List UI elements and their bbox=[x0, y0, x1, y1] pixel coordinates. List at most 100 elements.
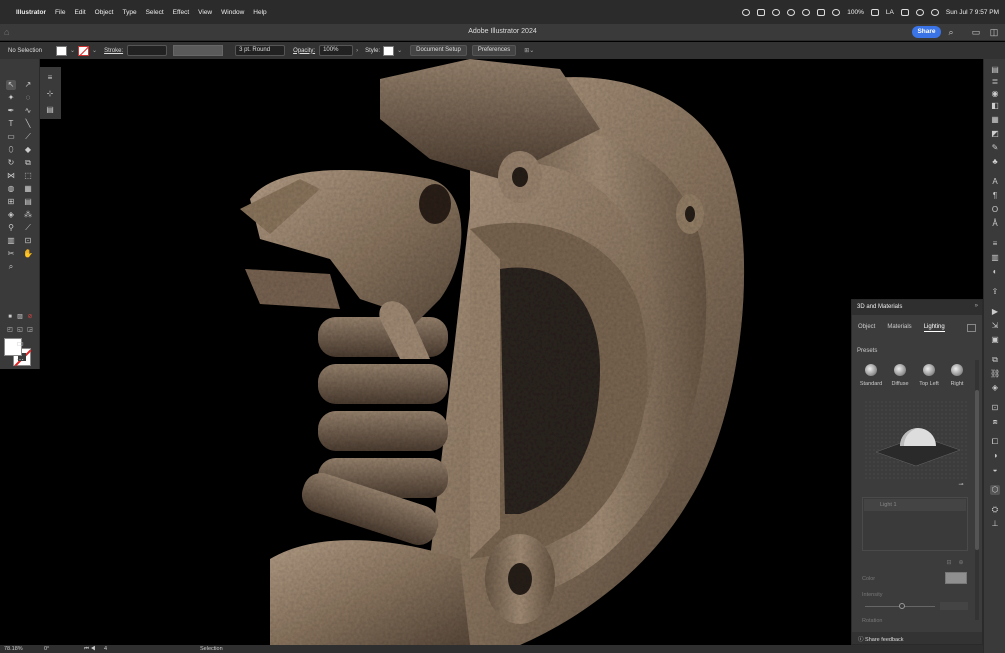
menu-type[interactable]: Type bbox=[122, 9, 136, 16]
control-center-icon[interactable] bbox=[900, 8, 909, 16]
transform-icon[interactable]: ⊹ bbox=[45, 89, 55, 99]
artwork-3d-stone-letter-d[interactable] bbox=[0, 59, 983, 645]
screen-mode-icon[interactable]: ▭ bbox=[13, 339, 27, 349]
draw-inside-icon[interactable]: ◱ bbox=[15, 325, 25, 335]
preset-right[interactable]: Right bbox=[944, 364, 970, 387]
intensity-slider[interactable] bbox=[865, 603, 935, 609]
slice-tool-icon[interactable]: ✂ bbox=[6, 249, 16, 259]
clock-icon[interactable] bbox=[802, 8, 811, 16]
preset-diffuse[interactable]: Diffuse bbox=[887, 364, 913, 387]
measure-tool-icon[interactable]: ⟋ bbox=[23, 223, 33, 233]
actions-icon[interactable]: ▶ bbox=[990, 307, 1000, 317]
panel-header[interactable]: 3D and Materials » bbox=[852, 300, 982, 315]
curvature-tool-icon[interactable]: ∿ bbox=[23, 106, 33, 116]
light-row[interactable]: Light 1 bbox=[864, 499, 966, 511]
artboard-canvas[interactable] bbox=[0, 59, 983, 645]
panel-scrollbar[interactable] bbox=[975, 360, 979, 620]
direct-selection-tool-icon[interactable]: ↗ bbox=[23, 80, 33, 90]
workspace-switcher-icon[interactable]: ▭ bbox=[971, 27, 981, 37]
layers-stack-icon[interactable]: ◈ bbox=[990, 383, 1000, 393]
shaper-tool-icon[interactable]: ⬯ bbox=[6, 145, 16, 155]
wifi-icon[interactable] bbox=[870, 8, 879, 16]
do-not-disturb-icon[interactable] bbox=[832, 8, 841, 16]
opacity-arrow-icon[interactable]: › bbox=[356, 48, 358, 54]
eraser-tool-icon[interactable]: ◆ bbox=[23, 145, 33, 155]
clock-datetime[interactable]: Sun Jul 7 9:57 PM bbox=[946, 9, 999, 16]
opacity-field[interactable]: 100% bbox=[319, 45, 354, 56]
pathfinder-icon[interactable]: ⧈ bbox=[990, 417, 1000, 427]
swatches-icon[interactable]: ▦ bbox=[990, 115, 1000, 125]
glyphs-icon[interactable]: Å bbox=[990, 219, 1000, 229]
rotate-view[interactable]: 0° bbox=[44, 646, 49, 652]
info-icon[interactable] bbox=[787, 8, 796, 16]
stroke-weight-field[interactable] bbox=[127, 45, 168, 56]
free-transform-tool-icon[interactable]: ⬚ bbox=[23, 171, 33, 181]
variable-width-profile[interactable] bbox=[173, 45, 224, 56]
blend-tool-icon[interactable]: ◈ bbox=[6, 210, 16, 220]
style-dropdown-icon[interactable]: ⌄ bbox=[397, 47, 402, 54]
intensity-slider-knob[interactable] bbox=[899, 603, 905, 609]
tab-lighting[interactable]: Lighting bbox=[923, 324, 945, 332]
align-icon[interactable]: ≡ bbox=[45, 73, 55, 83]
collapse-panel-icon[interactable]: » bbox=[975, 303, 978, 309]
lighting-preview[interactable] bbox=[864, 400, 968, 480]
align-panel-icon[interactable]: ⊡ bbox=[990, 403, 1000, 413]
artboards-icon[interactable]: ⧉ bbox=[990, 355, 1000, 365]
gradient-tool-icon[interactable]: ▤ bbox=[23, 197, 33, 207]
stroke-dropdown-icon[interactable]: ⌄ bbox=[92, 47, 97, 54]
paintbrush-tool-icon[interactable]: ⟋ bbox=[23, 132, 33, 142]
draw-behind-icon[interactable]: ◲ bbox=[25, 325, 35, 335]
export-icon[interactable]: ⇪ bbox=[990, 287, 1000, 297]
color-mode-none-icon[interactable]: ⊘ bbox=[25, 312, 35, 322]
rotate-tool-icon[interactable]: ↻ bbox=[6, 158, 16, 168]
gradient-icon[interactable]: ▥ bbox=[990, 253, 1000, 263]
menu-edit[interactable]: Edit bbox=[74, 9, 85, 16]
fill-swatch[interactable] bbox=[56, 45, 67, 56]
preferences-button[interactable]: Preferences bbox=[471, 45, 517, 56]
image-trace-icon[interactable]: ◩ bbox=[990, 129, 1000, 139]
stroke-swatch[interactable] bbox=[78, 45, 90, 56]
arrange-icon[interactable]: ⊞⌄ bbox=[524, 47, 534, 54]
paragraph-icon[interactable]: ¶ bbox=[990, 191, 1000, 201]
graphic-style-swatch[interactable] bbox=[383, 45, 395, 56]
bluetooth-icon[interactable] bbox=[817, 8, 826, 16]
preset-standard[interactable]: Standard bbox=[858, 364, 884, 387]
tab-object[interactable]: Object bbox=[858, 324, 875, 332]
menu-app-name[interactable]: Illustrator bbox=[16, 9, 46, 16]
symbol-sprayer-tool-icon[interactable]: ⁂ bbox=[23, 210, 33, 220]
pen-tool-icon[interactable]: ✒ bbox=[6, 106, 16, 116]
layers-icon[interactable]: ≣ bbox=[990, 77, 1000, 87]
opacity-label[interactable]: Opacity: bbox=[293, 48, 315, 54]
libraries-icon[interactable]: ◉ bbox=[990, 89, 1000, 99]
scale-tool-icon[interactable]: ⧉ bbox=[23, 158, 33, 168]
zoom-tool-icon[interactable]: ⌕ bbox=[6, 262, 16, 272]
artboard-nav-icon[interactable]: ⏮ ◀ bbox=[84, 646, 95, 653]
menu-window[interactable]: Window bbox=[221, 9, 244, 16]
sync-icon[interactable] bbox=[772, 8, 781, 16]
symbols-icon[interactable]: ♣ bbox=[990, 157, 1000, 167]
menu-effect[interactable]: Effect bbox=[173, 9, 190, 16]
menu-help[interactable]: Help bbox=[253, 9, 266, 16]
zoom-level[interactable]: 78.18% bbox=[4, 646, 23, 652]
fill-dropdown-icon[interactable]: ⌄ bbox=[70, 47, 75, 54]
color-mode-gradient-icon[interactable]: ▨ bbox=[15, 312, 25, 322]
magic-wand-tool-icon[interactable]: ✦ bbox=[6, 93, 16, 103]
duplicate-light-icon[interactable]: ⊕ bbox=[956, 558, 966, 568]
type-tool-icon[interactable]: T bbox=[6, 119, 16, 129]
transparency-icon[interactable]: ◐ bbox=[990, 267, 1000, 277]
graphic-styles-icon[interactable]: ◒ bbox=[990, 465, 1000, 475]
menu-view[interactable]: View bbox=[198, 9, 212, 16]
stroke-label[interactable]: Stroke: bbox=[104, 48, 123, 54]
stroke-icon[interactable]: ≡ bbox=[990, 239, 1000, 249]
mesh-tool-icon[interactable]: ⊞ bbox=[6, 197, 16, 207]
menu-object[interactable]: Object bbox=[95, 9, 114, 16]
distribute-icon[interactable]: ▤ bbox=[45, 105, 55, 115]
color-guide-icon[interactable]: ◧ bbox=[990, 101, 1000, 111]
preset-top-left[interactable]: Top Left bbox=[916, 364, 942, 387]
artboard-number[interactable]: 4 bbox=[104, 646, 107, 652]
character-icon[interactable]: A bbox=[990, 177, 1000, 187]
3d-materials-icon[interactable]: ⬡ bbox=[990, 485, 1000, 495]
navigator-icon[interactable]: ⛭ bbox=[990, 505, 1000, 515]
document-setup-button[interactable]: Document Setup bbox=[410, 45, 467, 56]
creative-cloud-icon[interactable] bbox=[742, 8, 751, 16]
